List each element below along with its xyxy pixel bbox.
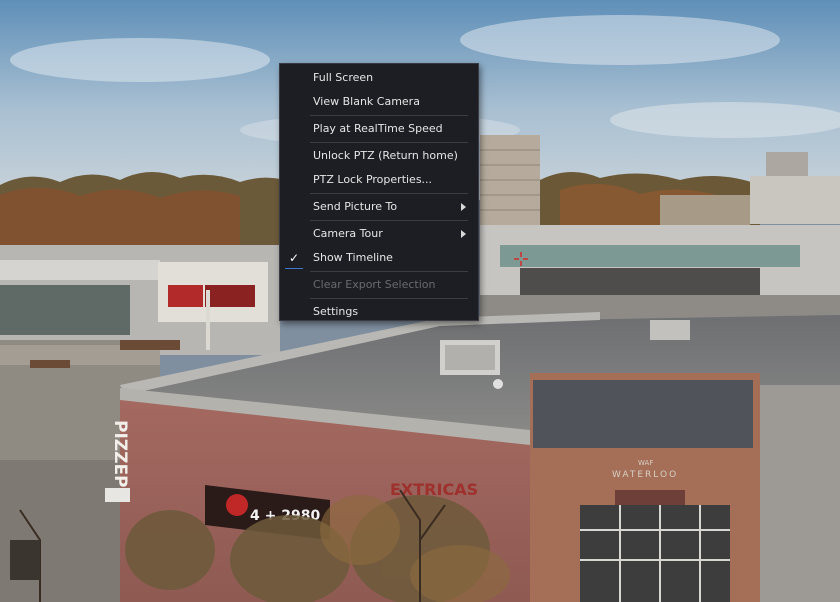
store-name-sign: WATERLOO: [612, 470, 678, 480]
menu-item-label: Show Timeline: [313, 251, 393, 264]
menu-item-settings[interactable]: Settings: [280, 300, 478, 324]
menu-separator: [310, 193, 468, 194]
submenu-arrow-icon: [461, 203, 466, 211]
menu-separator: [310, 115, 468, 116]
menu-item-label: PTZ Lock Properties...: [313, 173, 433, 186]
menu-item-label: Settings: [313, 305, 359, 318]
pizza-vertical-sign: PIZZEP: [110, 420, 130, 488]
menu-item-label: Unlock PTZ (Return home): [313, 149, 458, 162]
menu-item-clear-export-selection: Clear Export Selection: [280, 273, 478, 297]
menu-item-label: Play at RealTime Speed: [313, 122, 443, 135]
checkmark-icon: ✓: [285, 246, 303, 269]
menu-separator: [310, 142, 468, 143]
menu-item-label: View Blank Camera: [313, 95, 420, 108]
menu-item-ptz-lock-properties[interactable]: PTZ Lock Properties...: [280, 168, 478, 192]
menu-item-label: Full Screen: [313, 71, 374, 84]
menu-separator: [310, 271, 468, 272]
menu-item-label: Clear Export Selection: [313, 278, 436, 291]
ptz-crosshair-icon: [514, 252, 528, 266]
menu-item-label: Send Picture To: [313, 200, 398, 213]
menu-item-view-blank-camera[interactable]: View Blank Camera: [280, 90, 478, 114]
menu-item-camera-tour[interactable]: Camera Tour: [280, 222, 478, 246]
menu-item-show-timeline[interactable]: ✓ Show Timeline: [280, 246, 478, 270]
menu-item-play-realtime[interactable]: Play at RealTime Speed: [280, 117, 478, 141]
submenu-arrow-icon: [461, 230, 466, 238]
menu-separator: [310, 298, 468, 299]
menu-item-label: Camera Tour: [313, 227, 383, 240]
menu-item-unlock-ptz[interactable]: Unlock PTZ (Return home): [280, 144, 478, 168]
camera-context-menu: Full Screen View Blank Camera Play at Re…: [279, 63, 479, 321]
store-top-sign: WAF: [638, 459, 653, 467]
menu-item-send-picture-to[interactable]: Send Picture To: [280, 195, 478, 219]
menu-item-full-screen[interactable]: Full Screen: [280, 66, 478, 90]
menu-separator: [310, 220, 468, 221]
